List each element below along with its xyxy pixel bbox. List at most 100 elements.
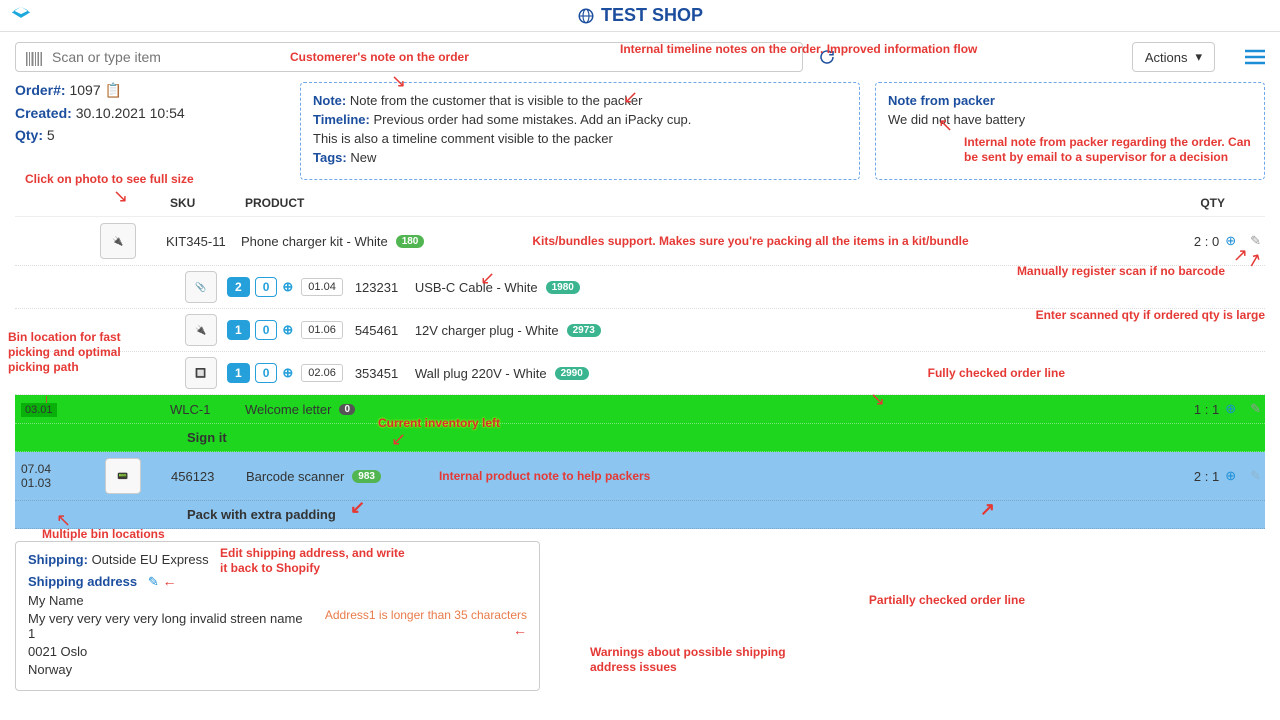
edit-icon[interactable]: ✎ xyxy=(1250,401,1261,417)
shipping-warning: Address1 is longer than 35 characters xyxy=(325,608,527,622)
shipping-name: My Name xyxy=(28,593,308,608)
plus-circle-icon[interactable]: ⊕ xyxy=(1225,401,1236,417)
actions-dropdown[interactable]: Actions ▾ xyxy=(1132,42,1215,72)
sku: WLC-1 xyxy=(170,402,245,417)
col-sku: SKU xyxy=(170,196,245,210)
stock-badge: 1980 xyxy=(546,281,580,294)
sku: 456123 xyxy=(171,469,246,484)
scanned-chip: 0 xyxy=(255,320,278,340)
order-info: Order#: 1097 📋 Created: 30.10.2021 10:54… xyxy=(15,82,285,180)
bin-chip: 01.04 xyxy=(301,278,343,296)
scanned-chip: 0 xyxy=(255,277,278,297)
product-name: 12V charger plug - White xyxy=(415,323,559,338)
arrow-icon: ↘ xyxy=(113,186,128,207)
order-qty: 5 xyxy=(47,127,55,143)
bin-label: 07.04 xyxy=(21,462,75,476)
plus-icon[interactable]: ⊕ xyxy=(282,322,293,338)
annotation-customer-note: Customerer's note on the order xyxy=(290,50,469,64)
product-name: Wall plug 220V - White xyxy=(415,366,547,381)
sku: KIT345-11 xyxy=(166,234,241,249)
tags-label: Tags: xyxy=(313,150,347,165)
shipping-box: Edit shipping address, and write it back… xyxy=(15,541,540,691)
order-number: 1097 xyxy=(69,82,100,98)
stock-badge: 2973 xyxy=(567,324,601,337)
arrow-icon: ← xyxy=(162,573,176,589)
table-header: SKU PRODUCT QTY xyxy=(15,190,1265,217)
arrow-icon: ↘ xyxy=(870,389,885,410)
product-name: USB-C Cable - White xyxy=(415,280,538,295)
product-thumbnail[interactable]: 🔌 xyxy=(100,223,136,259)
customer-notes-box: ↘ ↙ Note: Note from the customer that is… xyxy=(300,82,860,180)
bin-label: 01.03 xyxy=(21,476,75,490)
annotation-inventory: Current inventory left xyxy=(378,416,500,430)
annotation-partial: Partially checked order line xyxy=(869,593,1025,607)
annotation-timeline: Internal timeline notes on the order. Im… xyxy=(620,42,977,57)
stock-badge: 180 xyxy=(396,235,425,248)
product-thumbnail[interactable]: 📎 xyxy=(185,271,217,303)
arrow-icon: ↖ xyxy=(56,510,71,531)
plus-icon[interactable]: ⊕ xyxy=(282,279,293,295)
arrow-icon: ↙ xyxy=(480,268,495,289)
arrow-icon: ↙ xyxy=(623,87,638,108)
clipboard-icon[interactable]: 📋 xyxy=(105,82,122,98)
arrow-icon: ↗ xyxy=(980,499,995,520)
annotation-bin-location: Bin location for fast picking and optima… xyxy=(8,330,138,375)
hamburger-icon[interactable] xyxy=(1245,49,1265,66)
qty-chip: 1 xyxy=(227,363,250,383)
plus-icon[interactable]: ⊕ xyxy=(282,365,293,381)
chevron-down-icon: ▾ xyxy=(1195,49,1202,65)
actions-label: Actions xyxy=(1145,50,1188,65)
product-note: Pack with extra padding xyxy=(187,507,336,522)
annotation-edit-shipping: Edit shipping address, and write it back… xyxy=(220,546,410,576)
bin-chip: 01.06 xyxy=(301,321,343,339)
product-thumbnail[interactable]: 🔲 xyxy=(185,357,217,389)
edit-icon[interactable]: ✎ xyxy=(1250,233,1261,249)
stock-badge: 2990 xyxy=(555,367,589,380)
edit-icon[interactable]: ✎ xyxy=(1250,468,1261,484)
sku: 545461 xyxy=(355,323,415,338)
app-header: TEST SHOP xyxy=(0,0,1280,32)
sku: 123231 xyxy=(355,280,415,295)
product-thumbnail[interactable]: 🔌 xyxy=(185,314,217,346)
annotation-enter-qty: Enter scanned qty if ordered qty is larg… xyxy=(1036,308,1265,323)
qty-value: 1 : 1 xyxy=(1194,402,1219,417)
barcode-icon xyxy=(26,50,42,64)
packer-note-box: Note from packer We did not have battery… xyxy=(875,82,1265,180)
shipping-line1: My very very very very long invalid stre… xyxy=(28,611,308,641)
qty-chip: 2 xyxy=(227,277,250,297)
annotation-manual-scan: Manually register scan if no barcode xyxy=(1017,264,1225,279)
order-created-label: Created: xyxy=(15,105,72,121)
shipping-label: Shipping: xyxy=(28,552,88,567)
tags-text: New xyxy=(350,150,376,165)
sku: 353451 xyxy=(355,366,415,381)
annotation-click-photo: Click on photo to see full size xyxy=(25,172,194,186)
arrow-icon: ↙ xyxy=(391,429,406,450)
table-row: 🔌 KIT345-11 Phone charger kit - White 18… xyxy=(15,217,1265,266)
app-logo-icon xyxy=(10,5,32,27)
bin-label: 03.01 xyxy=(21,403,57,417)
plus-circle-icon[interactable]: ⊕ xyxy=(1225,468,1236,484)
qty-chip: 1 xyxy=(227,320,250,340)
stock-badge: 0 xyxy=(339,404,355,415)
product-name: Barcode scanner xyxy=(246,469,344,484)
timeline-text-2: This is also a timeline comment visible … xyxy=(313,131,613,146)
edit-address-icon[interactable]: ✎ xyxy=(148,574,159,589)
col-product: PRODUCT xyxy=(245,196,1165,210)
partially-checked-line: 07.04 01.03 📟 456123 Barcode scanner 983… xyxy=(15,452,1265,529)
shop-title: TEST SHOP xyxy=(577,5,703,26)
annotation-shipping-warning: Warnings about possible shipping address… xyxy=(590,645,790,675)
product-name: Phone charger kit - White xyxy=(241,234,388,249)
product-note: Sign it xyxy=(15,424,1265,452)
product-thumbnail[interactable]: 📟 xyxy=(105,458,141,494)
order-qty-label: Qty: xyxy=(15,127,43,143)
timeline-text-1: Previous order had some mistakes. Add an… xyxy=(373,112,691,127)
order-created: 30.10.2021 10:54 xyxy=(76,105,185,121)
qty-value: 2 : 0 xyxy=(1194,234,1219,249)
arrow-icon: ↙ xyxy=(350,497,365,518)
note-text: Note from the customer that is visible t… xyxy=(350,93,643,108)
arrow-icon: ← xyxy=(513,622,527,638)
annotation-product-note: Internal product note to help packers xyxy=(439,469,650,483)
fully-checked-line: 03.01 WLC-1 Welcome letter 0 ↘ 1 : 1 ⊕ ✎… xyxy=(15,395,1265,452)
order-header-row: Order#: 1097 📋 Created: 30.10.2021 10:54… xyxy=(0,82,1280,180)
qty-value: 2 : 1 xyxy=(1194,469,1219,484)
